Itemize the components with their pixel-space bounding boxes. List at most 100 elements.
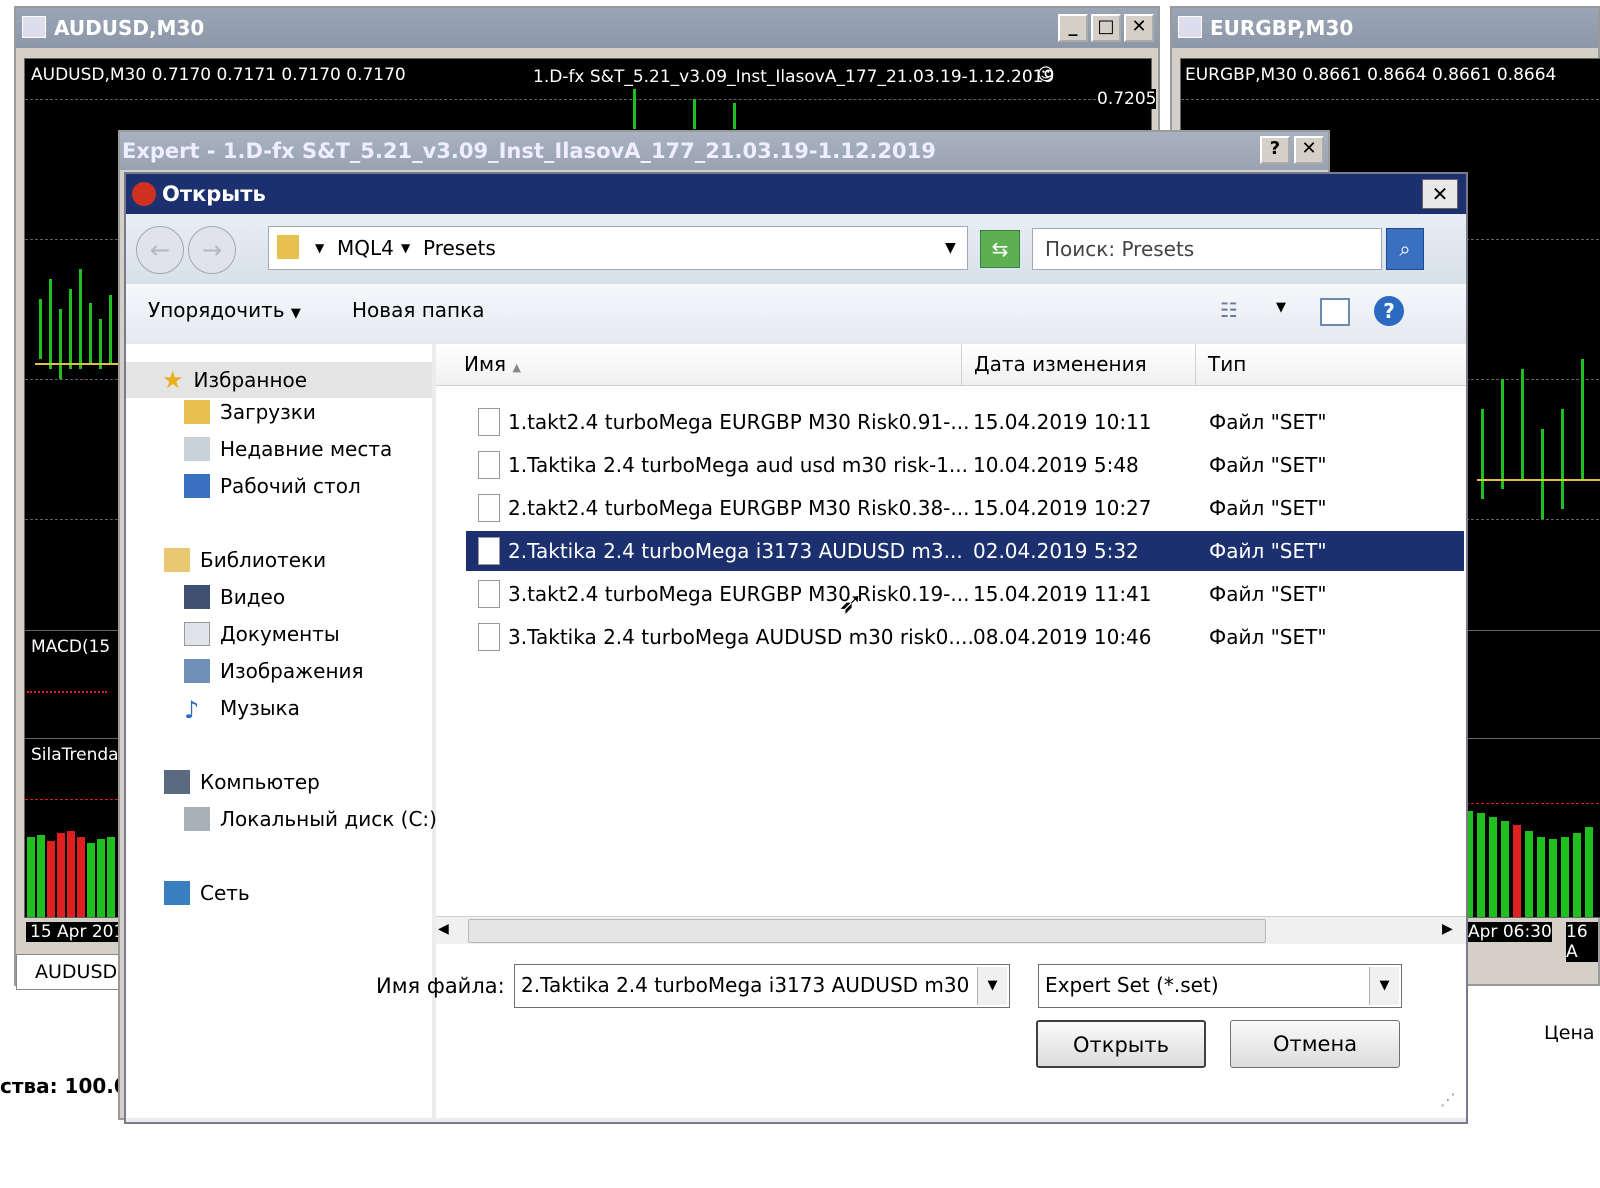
view-options-icon[interactable]: ☷	[1220, 298, 1238, 322]
refresh-button[interactable]: ⇆	[980, 230, 1020, 268]
app-icon	[132, 182, 156, 206]
file-name: 1.takt2.4 turboMega EURGBP M30 Risk0.91-…	[508, 410, 970, 434]
sila-trenda-label: SilaTrenda	[31, 745, 119, 765]
computer-icon	[164, 770, 190, 794]
address-dropdown-icon[interactable]: ▼	[945, 227, 956, 269]
scroll-thumb[interactable]	[468, 919, 1266, 943]
nav-computer[interactable]: Компьютер	[164, 770, 320, 794]
file-type: Файл "SET"	[1209, 410, 1327, 434]
nav-item-desktop[interactable]: Рабочий стол	[184, 474, 361, 498]
nav-item-label: Изображения	[220, 659, 364, 683]
chevron-right-icon: ▼	[315, 241, 325, 255]
column-headers: Имя ▲ Дата изменения Тип	[436, 344, 1466, 386]
nav-item-label: Загрузки	[220, 400, 316, 424]
back-button[interactable]: ←	[136, 226, 184, 274]
nav-network[interactable]: Сеть	[164, 881, 250, 905]
nav-item-pictures[interactable]: Изображения	[184, 659, 364, 683]
file-row[interactable]: 3.Taktika 2.4 turboMega AUDUSD m30 risk0…	[466, 617, 1456, 657]
candles-group	[35, 259, 125, 399]
chart-info-text: EURGBP,M30 0.8661 0.8664 0.8661 0.8664	[1185, 65, 1557, 85]
nav-network-label: Сеть	[200, 881, 250, 905]
expert-title-text: Expert - 1.D-fx S&T_5.21_v3.09_Inst_Ilas…	[122, 139, 936, 163]
help-button[interactable]: ?	[1260, 136, 1290, 164]
desktop-icon	[184, 474, 210, 498]
filetype-select[interactable]: Expert Set (*.set) ▼	[1038, 964, 1402, 1008]
scroll-left-button[interactable]: ◀	[438, 921, 449, 937]
filename-input[interactable]: 2.Taktika 2.4 turboMega i3173 AUDUSD m30…	[514, 964, 1010, 1008]
file-icon	[478, 451, 500, 479]
file-type: Файл "SET"	[1209, 582, 1327, 606]
price-label: 0.7205	[1097, 89, 1157, 109]
file-type: Файл "SET"	[1209, 625, 1327, 649]
close-expert-button[interactable]: ✕	[1294, 136, 1324, 164]
file-type: Файл "SET"	[1209, 496, 1327, 520]
price-column-header: Цена	[1544, 1022, 1595, 1044]
close-chart-button[interactable]: ✕	[1124, 14, 1154, 42]
navigation-pane: ★ Избранное Загрузки Недавние места Рабо…	[126, 344, 437, 1118]
nav-favorites[interactable]: ★ Избранное	[126, 362, 432, 398]
nav-item-downloads[interactable]: Загрузки	[184, 400, 316, 424]
nav-item-music[interactable]: ♪ Музыка	[184, 696, 300, 724]
open-dialog-title-bar: Открыть ✕	[126, 174, 1466, 214]
file-date: 15.04.2019 11:41	[973, 582, 1152, 606]
file-type: Файл "SET"	[1209, 453, 1327, 477]
organize-button[interactable]: Упорядочить ▼	[148, 298, 301, 322]
file-date: 10.04.2019 5:48	[973, 453, 1139, 477]
column-header-date[interactable]: Дата изменения	[964, 344, 1196, 386]
filetype-value: Expert Set (*.set)	[1045, 973, 1219, 997]
chart-info-text: AUDUSD,M30 0.7170 0.7171 0.7170 0.7170	[31, 65, 406, 85]
file-name: 3.takt2.4 turboMega EURGBP M30 Risk0.19-…	[508, 582, 970, 606]
nav-item-label: Рабочий стол	[220, 474, 361, 498]
resize-grip-icon[interactable]: ⋰	[1440, 1090, 1456, 1109]
cancel-button[interactable]: Отмена	[1230, 1020, 1400, 1068]
column-header-type[interactable]: Тип	[1198, 344, 1466, 386]
scroll-right-button[interactable]: ▶	[1442, 921, 1453, 937]
filename-dropdown-icon[interactable]: ▼	[977, 967, 1007, 1005]
file-row[interactable]: 1.Taktika 2.4 turboMega aud usd m30 risk…	[466, 445, 1456, 485]
nav-item-video[interactable]: Видео	[184, 585, 285, 609]
address-bar[interactable]: ▼ MQL4 ▼ Presets ▼	[268, 226, 968, 270]
new-folder-button[interactable]: Новая папка	[352, 298, 484, 322]
open-button[interactable]: Открыть	[1036, 1020, 1206, 1068]
nav-libraries[interactable]: Библиотеки	[164, 548, 326, 572]
file-icon	[478, 494, 500, 522]
horizontal-scrollbar[interactable]: ◀ ▶	[436, 916, 1466, 944]
recent-places-icon	[184, 437, 210, 461]
file-date: 08.04.2019 10:46	[973, 625, 1152, 649]
sort-ascending-icon: ▲	[512, 361, 521, 374]
filename-label: Имя файла:	[376, 974, 505, 998]
nav-libraries-label: Библиотеки	[200, 548, 327, 572]
maximize-button[interactable]: □	[1091, 14, 1121, 42]
close-dialog-button[interactable]: ✕	[1422, 179, 1458, 209]
preview-pane-icon[interactable]	[1320, 298, 1350, 326]
help-icon[interactable]: ?	[1374, 296, 1404, 326]
file-name: 1.Taktika 2.4 turboMega aud usd m30 risk…	[508, 453, 968, 477]
file-row[interactable]: 2.takt2.4 turboMega EURGBP M30 Risk0.38-…	[466, 488, 1456, 528]
open-file-dialog: Открыть ✕ ← → ▼ MQL4 ▼ Presets ▼ ⇆ Поиск…	[124, 172, 1468, 1124]
folder-icon	[277, 235, 299, 259]
file-date: 15.04.2019 10:27	[973, 496, 1152, 520]
nav-item-documents[interactable]: Документы	[184, 622, 340, 646]
search-icon[interactable]: ⌕	[1386, 228, 1424, 270]
file-row[interactable]: 1.takt2.4 turboMega EURGBP M30 Risk0.91-…	[466, 402, 1456, 442]
file-row[interactable]: 3.takt2.4 turboMega EURGBP M30 Risk0.19-…	[466, 574, 1456, 614]
expert-advisor-label: 1.D-fx S&T_5.21_v3.09_Inst_IlasovA_177_2…	[533, 67, 1055, 87]
forward-button[interactable]: →	[188, 226, 236, 274]
breadcrumb-mql4[interactable]: MQL4	[337, 227, 394, 269]
mouse-cursor-icon: ➶	[838, 586, 864, 621]
nav-item-local-disk[interactable]: Локальный диск (C:)	[184, 807, 437, 831]
macd-label: MACD(15	[31, 637, 111, 657]
chart-icon	[22, 16, 46, 38]
search-input[interactable]: Поиск: Presets	[1032, 228, 1382, 270]
minimize-button[interactable]: _	[1058, 14, 1088, 42]
nav-item-label: Документы	[220, 622, 340, 646]
candles-group	[1477, 329, 1600, 529]
filetype-dropdown-icon[interactable]: ▼	[1369, 967, 1399, 1005]
breadcrumb-presets[interactable]: Presets	[423, 227, 496, 269]
chevron-down-icon[interactable]: ▼	[1276, 300, 1286, 315]
file-row-selected[interactable]: 2.Taktika 2.4 turboMega i3173 AUDUSD m3.…	[466, 531, 1464, 571]
nav-item-recent[interactable]: Недавние места	[184, 437, 392, 461]
file-name: 2.takt2.4 turboMega EURGBP M30 Risk0.38-…	[508, 496, 970, 520]
column-header-name[interactable]: Имя ▲	[436, 344, 962, 386]
network-icon	[164, 881, 190, 905]
